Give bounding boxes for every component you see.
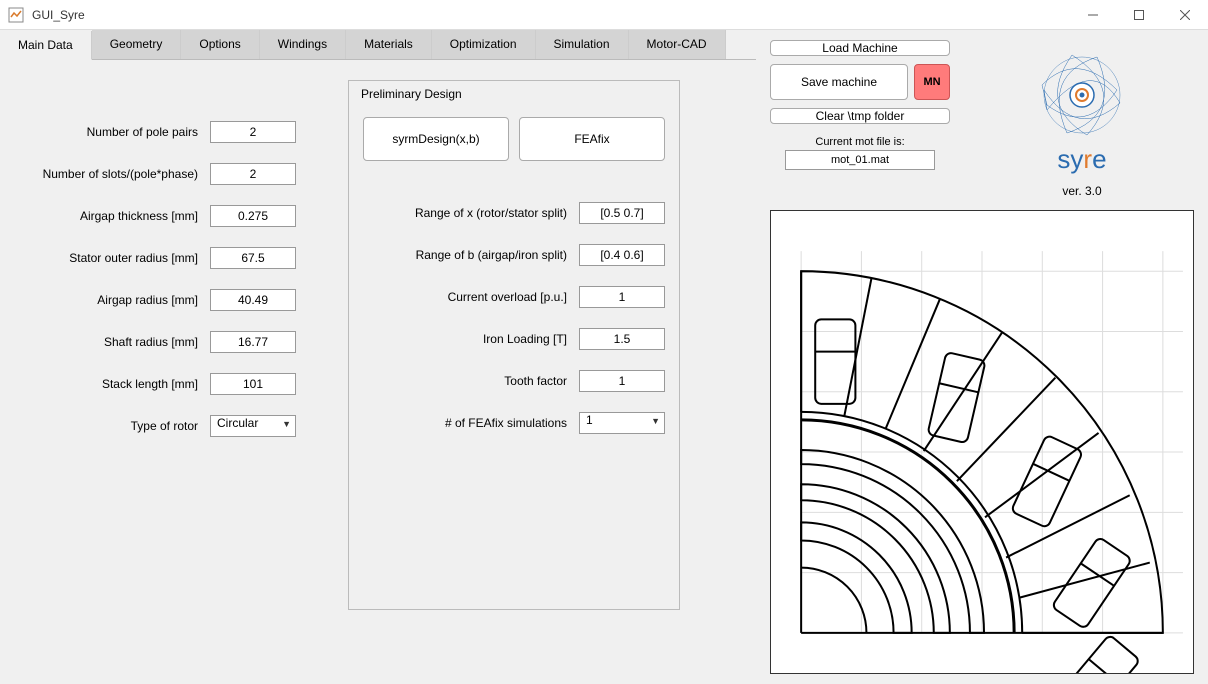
slots-label: Number of slots/(pole*phase) [10, 167, 210, 181]
tooth-factor-label: Tooth factor [363, 374, 579, 388]
feafix-button[interactable]: FEAfix [519, 117, 665, 161]
range-x-label: Range of x (rotor/stator split) [363, 206, 579, 220]
syrm-design-button[interactable]: syrmDesign(x,b) [363, 117, 509, 161]
svg-text:syre: syre [1057, 144, 1106, 174]
minimize-button[interactable] [1070, 0, 1116, 30]
preliminary-design-group: Preliminary Design syrmDesign(x,b) FEAfi… [348, 80, 680, 610]
airgap-thickness-input[interactable] [210, 205, 296, 227]
tab-main-data[interactable]: Main Data [0, 31, 92, 60]
range-b-label: Range of b (airgap/iron split) [363, 248, 579, 262]
close-button[interactable] [1162, 0, 1208, 30]
tab-windings[interactable]: Windings [260, 30, 346, 59]
range-b-input[interactable] [579, 244, 665, 266]
airgap-radius-input[interactable] [210, 289, 296, 311]
stator-outer-radius-label: Stator outer radius [mm] [10, 251, 210, 265]
slots-input[interactable] [210, 163, 296, 185]
preliminary-design-title: Preliminary Design [357, 87, 466, 101]
airgap-radius-label: Airgap radius [mm] [10, 293, 210, 307]
maximize-button[interactable] [1116, 0, 1162, 30]
window-title: GUI_Syre [32, 8, 85, 22]
current-overload-label: Current overload [p.u.] [363, 290, 579, 304]
feafix-sims-select[interactable]: 1 [579, 412, 665, 434]
syre-logo-icon: syre [1012, 40, 1152, 180]
current-file-label: Current mot file is: [770, 136, 950, 148]
version-label: ver. 3.0 [1062, 184, 1101, 198]
iron-loading-input[interactable] [579, 328, 665, 350]
pole-pairs-label: Number of pole pairs [10, 125, 210, 139]
mn-button[interactable]: MN [914, 64, 950, 100]
motor-cross-section-plot [770, 210, 1194, 674]
current-overload-input[interactable] [579, 286, 665, 308]
feafix-sims-label: # of FEAfix simulations [363, 416, 579, 430]
app-icon [8, 7, 24, 23]
tab-motor-cad[interactable]: Motor-CAD [629, 30, 726, 59]
range-x-input[interactable] [579, 202, 665, 224]
tab-bar: Main Data Geometry Options Windings Mate… [0, 30, 756, 60]
titlebar: GUI_Syre [0, 0, 1208, 30]
tab-materials[interactable]: Materials [346, 30, 432, 59]
rotor-type-label: Type of rotor [10, 419, 210, 433]
rotor-type-select[interactable]: Circular [210, 415, 296, 437]
shaft-radius-input[interactable] [210, 331, 296, 353]
tab-geometry[interactable]: Geometry [92, 30, 182, 59]
stack-length-label: Stack length [mm] [10, 377, 210, 391]
current-file-value: mot_01.mat [785, 150, 935, 170]
pole-pairs-input[interactable] [210, 121, 296, 143]
load-machine-button[interactable]: Load Machine [770, 40, 950, 56]
airgap-thickness-label: Airgap thickness [mm] [10, 209, 210, 223]
tooth-factor-input[interactable] [579, 370, 665, 392]
clear-tmp-button[interactable]: Clear \tmp folder [770, 108, 950, 124]
stator-outer-radius-input[interactable] [210, 247, 296, 269]
tab-simulation[interactable]: Simulation [536, 30, 629, 59]
iron-loading-label: Iron Loading [T] [363, 332, 579, 346]
stack-length-input[interactable] [210, 373, 296, 395]
tab-optimization[interactable]: Optimization [432, 30, 536, 59]
save-machine-button[interactable]: Save machine [770, 64, 908, 100]
shaft-radius-label: Shaft radius [mm] [10, 335, 210, 349]
tab-options[interactable]: Options [181, 30, 259, 59]
